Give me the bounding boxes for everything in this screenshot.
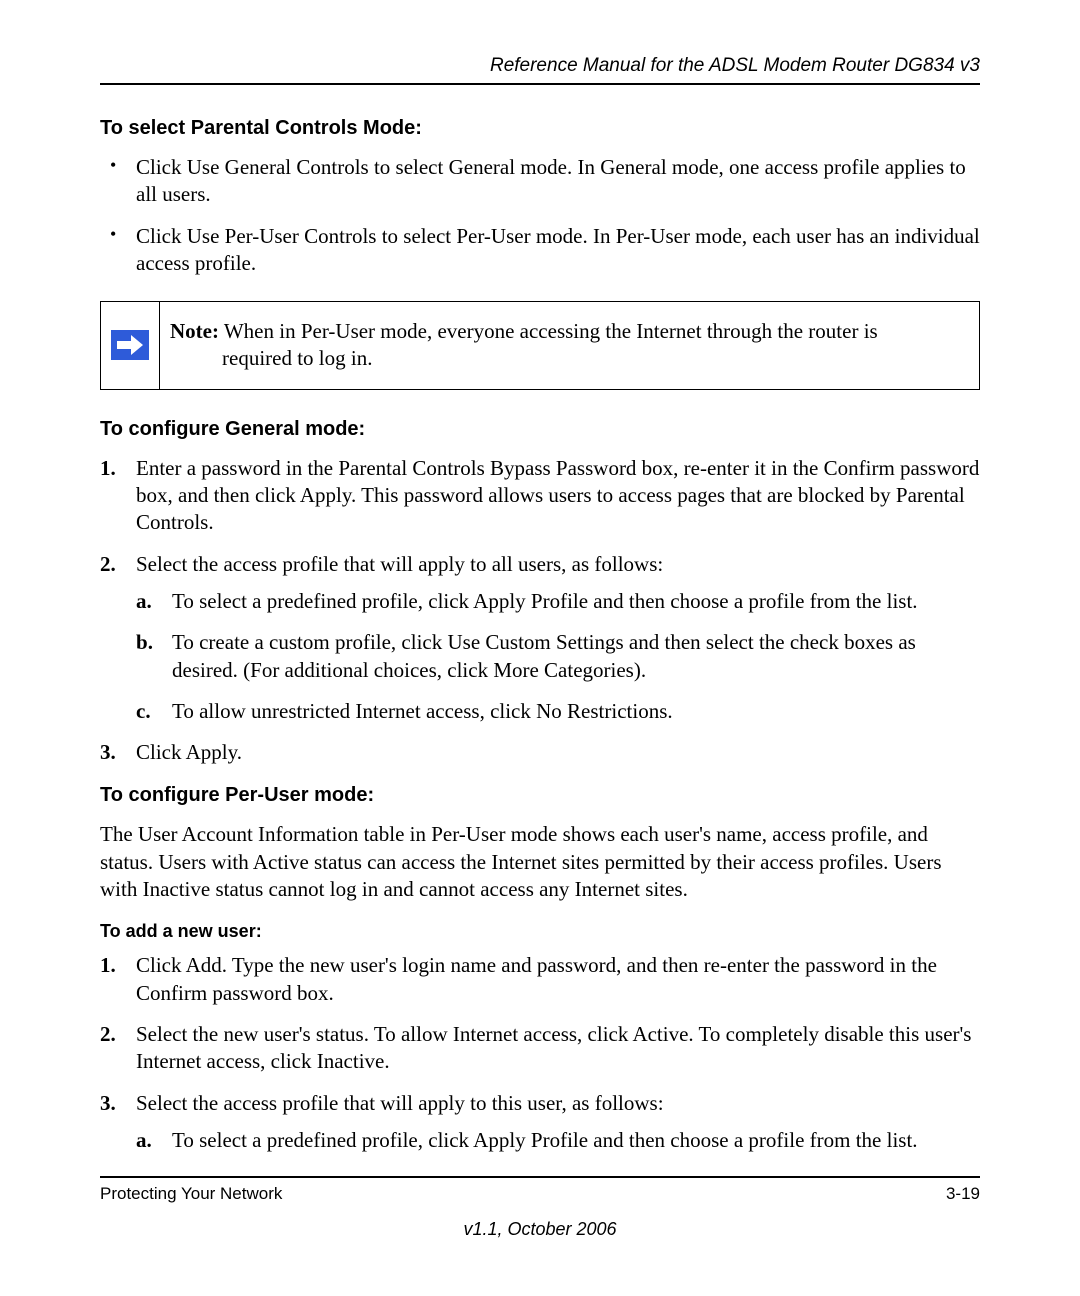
manual-page: Reference Manual for the ADSL Modem Rout… <box>0 0 1080 1296</box>
list-item: To select a predefined profile, click Ap… <box>136 1127 980 1154</box>
step-text: Select the access profile that will appl… <box>136 1091 664 1115</box>
footer-version: v1.1, October 2006 <box>0 1219 1080 1240</box>
subheading-add-user: To add a new user: <box>100 921 980 942</box>
step-text: Select the access profile that will appl… <box>136 552 663 576</box>
page-footer: Protecting Your Network 3-19 <box>100 1176 980 1204</box>
per-user-intro: The User Account Information table in Pe… <box>100 821 980 903</box>
general-mode-substeps: To select a predefined profile, click Ap… <box>136 588 980 725</box>
arrow-right-icon <box>111 330 149 360</box>
list-item: To select a predefined profile, click Ap… <box>136 588 980 615</box>
list-item: Enter a password in the Parental Control… <box>100 455 980 537</box>
note-label: Note: <box>170 319 219 343</box>
section-heading-select-mode: To select Parental Controls Mode: <box>100 117 980 140</box>
list-item: Select the access profile that will appl… <box>100 551 980 725</box>
list-item: Select the new user's status. To allow I… <box>100 1021 980 1076</box>
list-item: Click Use Per-User Controls to select Pe… <box>100 223 980 278</box>
section-heading-per-user-mode: To configure Per-User mode: <box>100 784 980 807</box>
add-user-steps: Click Add. Type the new user's login nam… <box>100 952 980 1154</box>
note-callout: Note: When in Per-User mode, everyone ac… <box>100 301 980 390</box>
header-rule <box>100 83 980 85</box>
footer-chapter-title: Protecting Your Network <box>100 1184 282 1204</box>
running-header: Reference Manual for the ADSL Modem Rout… <box>100 55 980 77</box>
list-item: Select the access profile that will appl… <box>100 1090 980 1155</box>
note-text: Note: When in Per-User mode, everyone ac… <box>160 302 979 389</box>
note-line1: When in Per-User mode, everyone accessin… <box>219 319 878 343</box>
select-mode-bullets: Click Use General Controls to select Gen… <box>100 154 980 277</box>
note-line2: required to log in. <box>170 345 965 372</box>
list-item: Click Add. Type the new user's login nam… <box>100 952 980 1007</box>
list-item: Click Use General Controls to select Gen… <box>100 154 980 209</box>
list-item: To create a custom profile, click Use Cu… <box>136 629 980 684</box>
list-item: To allow unrestricted Internet access, c… <box>136 698 980 725</box>
general-mode-steps: Enter a password in the Parental Control… <box>100 455 980 767</box>
add-user-substeps: To select a predefined profile, click Ap… <box>136 1127 980 1154</box>
list-item: Click Apply. <box>100 739 980 766</box>
footer-rule <box>100 1176 980 1178</box>
section-heading-general-mode: To configure General mode: <box>100 418 980 441</box>
footer-page-number: 3-19 <box>946 1184 980 1204</box>
note-icon-cell <box>101 302 160 389</box>
